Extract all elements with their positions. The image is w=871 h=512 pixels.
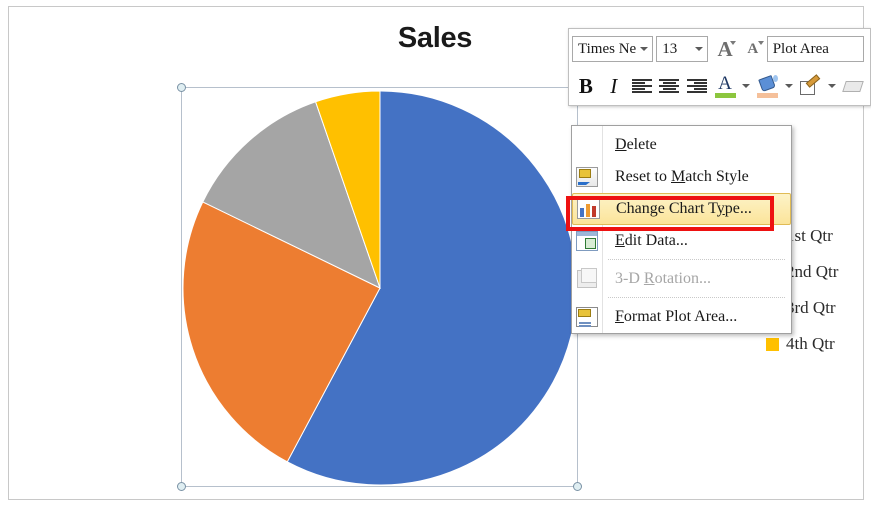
context-menu-item[interactable]: Delete [572,129,791,161]
context-menu-item-label: Edit Data... [615,232,688,249]
italic-button[interactable]: I [600,71,628,101]
resize-handle-bottom-left[interactable] [177,482,186,491]
shrink-font-button[interactable]: A [739,34,767,64]
context-menu-item[interactable]: Edit Data... [572,225,791,257]
shrink-font-arrow-icon [757,41,764,45]
context-menu-item[interactable]: Reset to Match Style [572,161,791,193]
context-menu[interactable]: Delete Reset to Match Style Change Chart T… [571,125,792,334]
fill-color-button[interactable] [754,71,782,101]
mini-toolbar-row-1: Times Ne 13 A A Plot Area [569,29,870,67]
context-menu-item-label: Change Chart Type... [616,200,752,217]
align-left-icon [631,79,652,93]
fill-color-icon [757,74,779,98]
chart-element-combo[interactable]: Plot Area [766,36,864,62]
font-color-button[interactable]: A [711,71,739,101]
legend-label: 4th Qtr [786,334,835,353]
brush-icon [842,77,864,95]
chart-element-value: Plot Area [772,40,829,57]
font-size-combo[interactable]: 13 [656,36,709,62]
context-menu-separator [608,259,785,261]
mini-toolbar[interactable]: Times Ne 13 A A Plot Area B I A [568,28,871,106]
align-center-icon [659,79,680,93]
legend-label: 1st Qtr [786,226,833,245]
grow-font-button[interactable]: A [711,34,739,64]
font-name-combo[interactable]: Times Ne [572,36,654,62]
context-menu-item[interactable]: Change Chart Type... [572,193,791,225]
align-left-button[interactable] [628,71,656,101]
mini-toolbar-row-2: B I A [569,67,870,105]
context-menu-item-label: Reset to Match Style [615,168,749,185]
chevron-down-icon[interactable] [636,47,652,51]
legend-label: 2nd Qtr [786,262,839,281]
no-icon [572,129,602,161]
edit-data-icon [572,225,602,257]
italic-icon: I [610,73,618,98]
context-menu-separator [608,297,785,299]
format-pen-dropdown[interactable] [824,71,839,101]
align-right-button[interactable] [683,71,711,101]
3d-rotation-icon [572,263,602,295]
resize-handle-bottom-right[interactable] [573,482,582,491]
legend-label: 3rd Qtr [786,298,836,317]
legend-swatch [766,337,779,351]
format-plot-area-icon [572,301,602,333]
font-name-value: Times Ne [578,40,637,57]
chevron-down-icon[interactable] [691,47,707,51]
align-right-icon [687,79,708,93]
font-size-value: 13 [662,40,678,57]
context-menu-item-label: Delete [615,136,657,153]
brush-button[interactable] [839,71,867,101]
reset-style-icon [572,161,602,193]
context-menu-item: 3-D Rotation... [572,263,791,295]
font-color-icon: A [714,74,736,98]
font-color-dropdown[interactable] [739,71,754,101]
context-menu-item-label: 3-D Rotation... [615,270,711,287]
format-pen-icon [800,73,821,95]
chart-selection-frame[interactable] [177,83,582,491]
change-chart-type-icon [573,193,603,225]
format-pen-button[interactable] [796,71,824,101]
app-window: Sales 1st Qtr 2nd Qtr 3rd Qtr 4th Qtr Times… [0,0,871,512]
grow-font-arrow-icon [729,41,736,45]
align-center-button[interactable] [655,71,683,101]
shrink-font-icon: A [747,40,759,57]
context-menu-item[interactable]: Format Plot Area... [572,301,791,333]
bold-icon: B [578,73,593,98]
context-menu-item-label: Format Plot Area... [615,308,738,325]
fill-color-dropdown[interactable] [782,71,797,101]
chart-title[interactable]: Sales [300,22,570,55]
bold-button[interactable]: B [572,71,600,101]
resize-handle-top-left[interactable] [177,83,186,92]
